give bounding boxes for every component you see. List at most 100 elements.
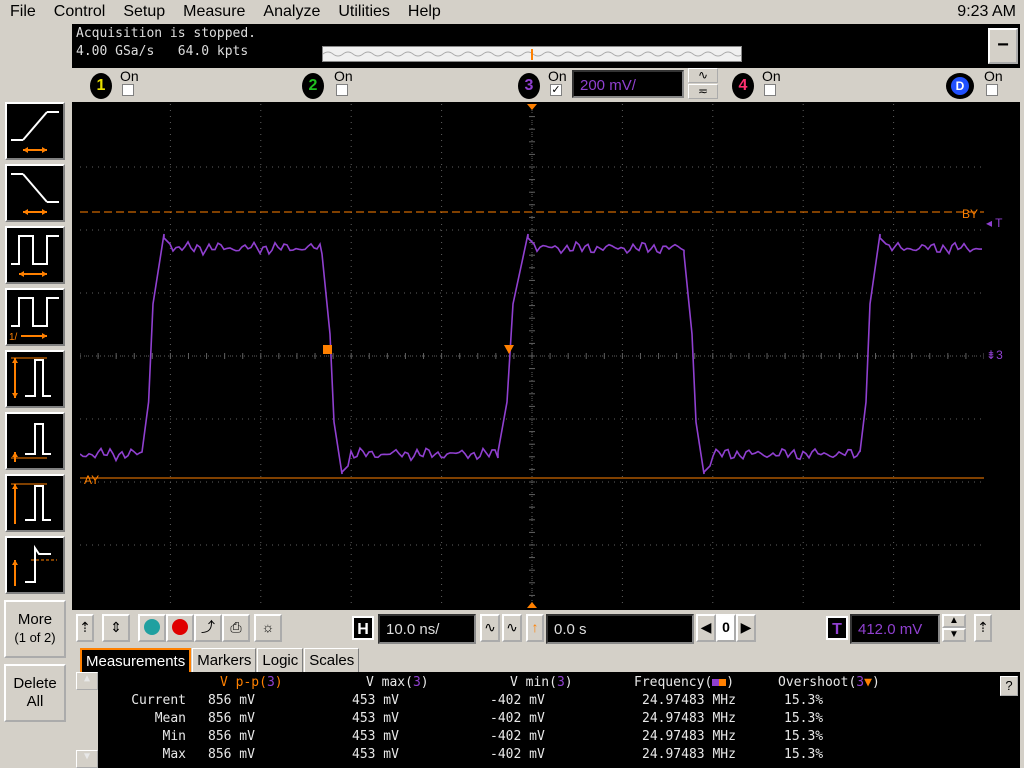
digital-channel-badge[interactable]: D (946, 73, 974, 99)
vertical-zoom-button[interactable]: ⇕ (102, 614, 130, 642)
measurement-value: -402 mV (490, 747, 545, 762)
channel-3-ground-marker: ⇟3 (986, 348, 1003, 362)
overshoot-icon (12, 544, 57, 586)
channel-3-badge[interactable]: 3 (518, 73, 540, 99)
digital-on-label: On (984, 68, 1003, 84)
menu-help[interactable]: Help (398, 3, 449, 21)
pin-icon[interactable]: ⇡ (76, 614, 94, 642)
tab-logic[interactable]: Logic (257, 648, 304, 672)
measurement-row-label: Mean (154, 711, 186, 726)
more-button[interactable]: More (1 of 2) (4, 600, 66, 658)
position-ref-value[interactable]: 0 (716, 614, 736, 642)
tab-markers[interactable]: Markers (192, 648, 257, 672)
tab-measurements[interactable]: Measurements (80, 648, 192, 672)
measurement-value: 24.97483 MHz (642, 711, 736, 726)
tab-scales[interactable]: Scales (304, 648, 360, 672)
stop-button[interactable] (166, 614, 194, 642)
header-vpp: V p-p(3) (220, 675, 283, 690)
measurements-table: ▲ ▼ V p-p(3) V max(3) V min(3) Frequency… (76, 672, 1020, 768)
vmin-icon (11, 423, 51, 462)
overshoot-marker (504, 345, 514, 354)
trigger-position-top-marker (527, 104, 537, 110)
measurement-value: 15.3% (784, 693, 824, 708)
measurements-scrollbar[interactable]: ▲ ▼ (76, 672, 98, 768)
channel-2-on-label: On (334, 68, 353, 84)
channel-2-checkbox[interactable] (336, 84, 348, 96)
print-icon[interactable]: ⎙ (222, 614, 250, 642)
channel-4-badge[interactable]: 4 (732, 73, 754, 99)
sample-rate: 4.00 GSa/s (76, 44, 155, 59)
bottom-tabs: Measurements Markers Logic Scales (80, 648, 360, 672)
vpp-icon (11, 357, 51, 398)
frequency-button[interactable]: 1/ (5, 288, 65, 346)
delete-all-button[interactable]: Delete All (4, 664, 66, 722)
trigger-pin-icon[interactable]: ⇡ (974, 614, 992, 642)
dc-coupling-button[interactable]: ≂ (688, 84, 718, 99)
more-sub-label: (1 of 2) (14, 630, 56, 645)
measurement-row-label: Min (162, 729, 186, 744)
acquisition-rate-points: 4.00 GSa/s 64.0 kpts (76, 44, 248, 59)
vpp-button[interactable] (5, 350, 65, 408)
brightness-icon[interactable]: ☼ (254, 614, 282, 642)
menu-measure[interactable]: Measure (173, 3, 253, 21)
menu-bar: File Control Setup Measure Analyze Utili… (0, 0, 1024, 24)
overshoot-button[interactable] (5, 536, 65, 594)
measurement-value: 453 mV (352, 711, 399, 726)
horizontal-ref-icon[interactable]: ↑ (526, 614, 544, 642)
horizontal-position-field[interactable]: 0.0 s (546, 614, 694, 644)
menu-control[interactable]: Control (44, 3, 114, 21)
run-button[interactable] (138, 614, 166, 642)
minimize-button[interactable]: − (988, 28, 1018, 64)
channel-bar: 1 On 2 On 3 On ✓ 200 mV/ ∿ ≂ 4 On D On (72, 68, 1020, 102)
timebase-fine-icon[interactable]: ∿ (480, 614, 500, 642)
channel-3-scale[interactable]: 200 mV/ (572, 70, 684, 98)
fall-time-button[interactable] (5, 164, 65, 222)
measurement-row-label: Max (162, 747, 186, 762)
vmin-button[interactable] (5, 412, 65, 470)
digital-label: D (951, 77, 969, 95)
waveform-overview-ruler[interactable] (322, 46, 744, 62)
fall-time-icon (11, 173, 59, 215)
measurement-value: 24.97483 MHz (642, 747, 736, 762)
timebase-coarse-icon[interactable]: ∿ (502, 614, 522, 642)
trigger-level-up[interactable]: ▲ (942, 614, 966, 628)
channel-1-badge[interactable]: 1 (90, 73, 112, 99)
period-button[interactable] (5, 226, 65, 284)
measurement-value: 856 mV (208, 729, 255, 744)
trigger-level-down[interactable]: ▼ (942, 628, 966, 642)
channel-3-waveform (79, 233, 982, 475)
channel-4-checkbox[interactable] (764, 84, 776, 96)
menu-setup[interactable]: Setup (113, 3, 173, 21)
vmax-button[interactable] (5, 474, 65, 532)
marker-ay-label: AY (84, 473, 99, 487)
waveform-display[interactable]: BY AY (79, 103, 985, 609)
timebase-field[interactable]: 10.0 ns/ (378, 614, 476, 644)
digital-checkbox[interactable] (986, 84, 998, 96)
measurement-value: 453 mV (352, 747, 399, 762)
trigger-label: T (826, 616, 848, 640)
rise-time-button[interactable] (5, 102, 65, 160)
delete-label: Delete (13, 675, 57, 692)
measurement-value: 15.3% (784, 711, 824, 726)
ac-coupling-button[interactable]: ∿ (688, 68, 718, 83)
acquisition-status-bar: Acquisition is stopped. 4.00 GSa/s 64.0 … (72, 24, 1020, 68)
menu-file[interactable]: File (0, 3, 44, 21)
help-button[interactable]: ? (1000, 676, 1018, 696)
horizontal-label: H (352, 616, 374, 640)
measurement-value: 24.97483 MHz (642, 693, 736, 708)
channel-4-on-label: On (762, 68, 781, 84)
channel-1-checkbox[interactable] (122, 84, 134, 96)
menu-analyze[interactable]: Analyze (253, 3, 328, 21)
position-left-arrow[interactable]: ◀ (696, 614, 716, 642)
header-overshoot: Overshoot(3▼) (778, 675, 880, 690)
single-acquisition-icon[interactable]: ⤴ (194, 614, 222, 642)
position-right-arrow[interactable]: ▶ (736, 614, 756, 642)
svg-text:1/: 1/ (9, 332, 18, 343)
menu-utilities[interactable]: Utilities (328, 3, 398, 21)
trigger-level-field[interactable]: 412.0 mV (850, 614, 940, 644)
measurement-value: 15.3% (784, 729, 824, 744)
channel-3-checkbox[interactable]: ✓ (550, 84, 562, 96)
measurement-row-label: Current (131, 693, 186, 708)
measurement-value: 856 mV (208, 693, 255, 708)
channel-2-badge[interactable]: 2 (302, 73, 324, 99)
